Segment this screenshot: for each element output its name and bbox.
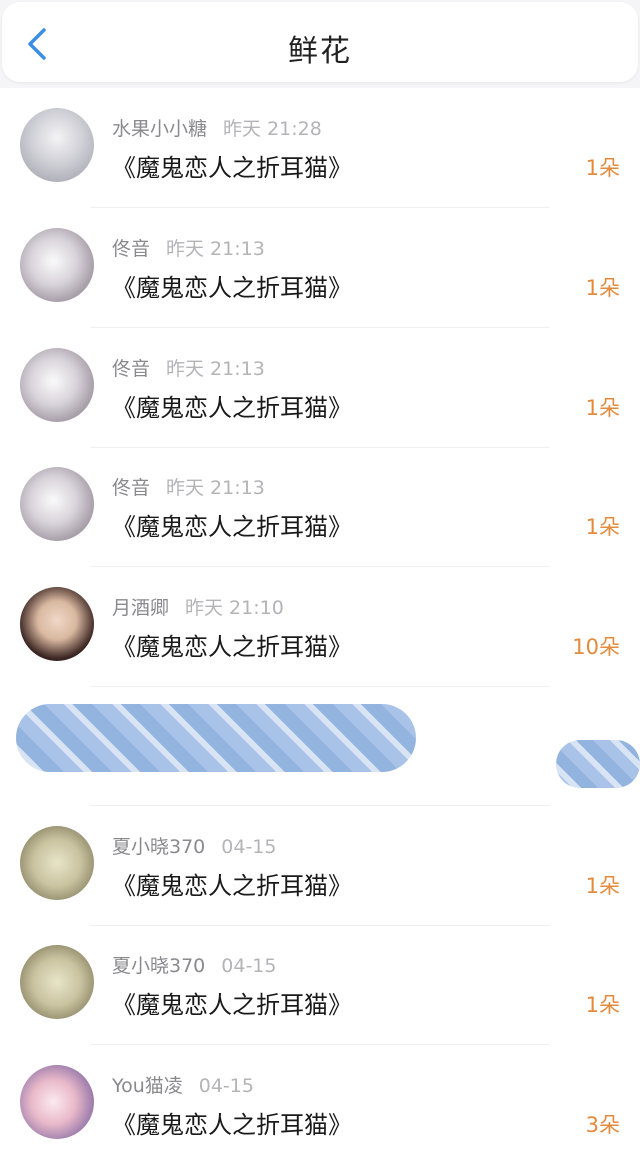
list-item[interactable]: 夏小晓370 04-15 《魔鬼恋人之折耳猫》 1朵 — [0, 806, 640, 925]
avatar[interactable] — [20, 228, 94, 302]
list-item[interactable]: 夏小晓370 04-15 《魔鬼恋人之折耳猫》 1朵 — [0, 925, 640, 1044]
book-title[interactable]: 《魔鬼恋人之折耳猫》 — [112, 268, 352, 303]
flower-count: 1朵 — [585, 396, 620, 420]
avatar[interactable] — [20, 945, 94, 1019]
user-name[interactable]: 夏小晓370 — [112, 955, 205, 977]
avatar[interactable] — [20, 1065, 94, 1139]
flower-count: 3朵 — [585, 1113, 620, 1137]
flower-count: 1朵 — [585, 993, 620, 1017]
avatar[interactable] — [20, 826, 94, 900]
redaction-mark — [16, 704, 416, 772]
user-name[interactable]: You猫凌 — [112, 1075, 183, 1097]
timestamp: 昨天 21:10 — [185, 597, 284, 619]
user-name[interactable]: 佟音 — [112, 477, 150, 499]
flower-count: 1朵 — [585, 156, 620, 180]
book-title[interactable]: 《魔鬼恋人之折耳猫》 — [112, 866, 352, 901]
redacted-list-item[interactable] — [0, 686, 640, 805]
book-title[interactable]: 《魔鬼恋人之折耳猫》 — [112, 985, 352, 1020]
book-title[interactable]: 《魔鬼恋人之折耳猫》 — [112, 507, 352, 542]
timestamp: 昨天 21:13 — [166, 358, 265, 380]
book-title[interactable]: 《魔鬼恋人之折耳猫》 — [112, 148, 352, 183]
list-item[interactable]: 佟音 昨天 21:13 《魔鬼恋人之折耳猫》 1朵 — [0, 208, 640, 327]
timestamp: 昨天 21:13 — [166, 238, 265, 260]
flower-count: 10朵 — [572, 635, 620, 659]
list-item[interactable]: 水果小小糖 昨天 21:28 《魔鬼恋人之折耳猫》 1朵 — [0, 88, 640, 207]
flower-list: 水果小小糖 昨天 21:28 《魔鬼恋人之折耳猫》 1朵 佟音 昨天 21:13 《… — [0, 88, 640, 1172]
user-name[interactable]: 佟音 — [112, 238, 150, 260]
timestamp: 04-15 — [221, 955, 277, 977]
user-name[interactable]: 月酒卿 — [112, 597, 169, 619]
list-item[interactable]: 佟音 昨天 21:13 《魔鬼恋人之折耳猫》 1朵 — [0, 447, 640, 566]
user-name[interactable]: 水果小小糖 — [112, 118, 207, 140]
flower-count: 1朵 — [585, 515, 620, 539]
book-title[interactable]: 《魔鬼恋人之折耳猫》 — [112, 627, 352, 662]
avatar[interactable] — [20, 348, 94, 422]
book-title[interactable]: 《魔鬼恋人之折耳猫》 — [112, 1105, 352, 1140]
nav-header: 鲜花 — [2, 2, 638, 82]
page-title: 鲜花 — [288, 34, 352, 69]
avatar[interactable] — [20, 587, 94, 661]
timestamp: 昨天 21:28 — [223, 118, 322, 140]
flower-count: 1朵 — [585, 874, 620, 898]
list-item[interactable]: You猫凌 04-15 《魔鬼恋人之折耳猫》 3朵 — [0, 1045, 640, 1164]
flower-count: 1朵 — [585, 276, 620, 300]
user-name[interactable]: 夏小晓370 — [112, 836, 205, 858]
redaction-mark — [556, 740, 640, 788]
avatar[interactable] — [20, 467, 94, 541]
book-title[interactable]: 《魔鬼恋人之折耳猫》 — [112, 388, 352, 423]
list-item[interactable]: 月酒卿 昨天 21:10 《魔鬼恋人之折耳猫》 10朵 — [0, 567, 640, 686]
timestamp: 04-15 — [198, 1075, 254, 1097]
list-item[interactable]: 佟音 昨天 21:13 《魔鬼恋人之折耳猫》 1朵 — [0, 328, 640, 447]
avatar[interactable] — [20, 108, 94, 182]
timestamp: 昨天 21:13 — [166, 477, 265, 499]
timestamp: 04-15 — [221, 836, 277, 858]
user-name[interactable]: 佟音 — [112, 358, 150, 380]
